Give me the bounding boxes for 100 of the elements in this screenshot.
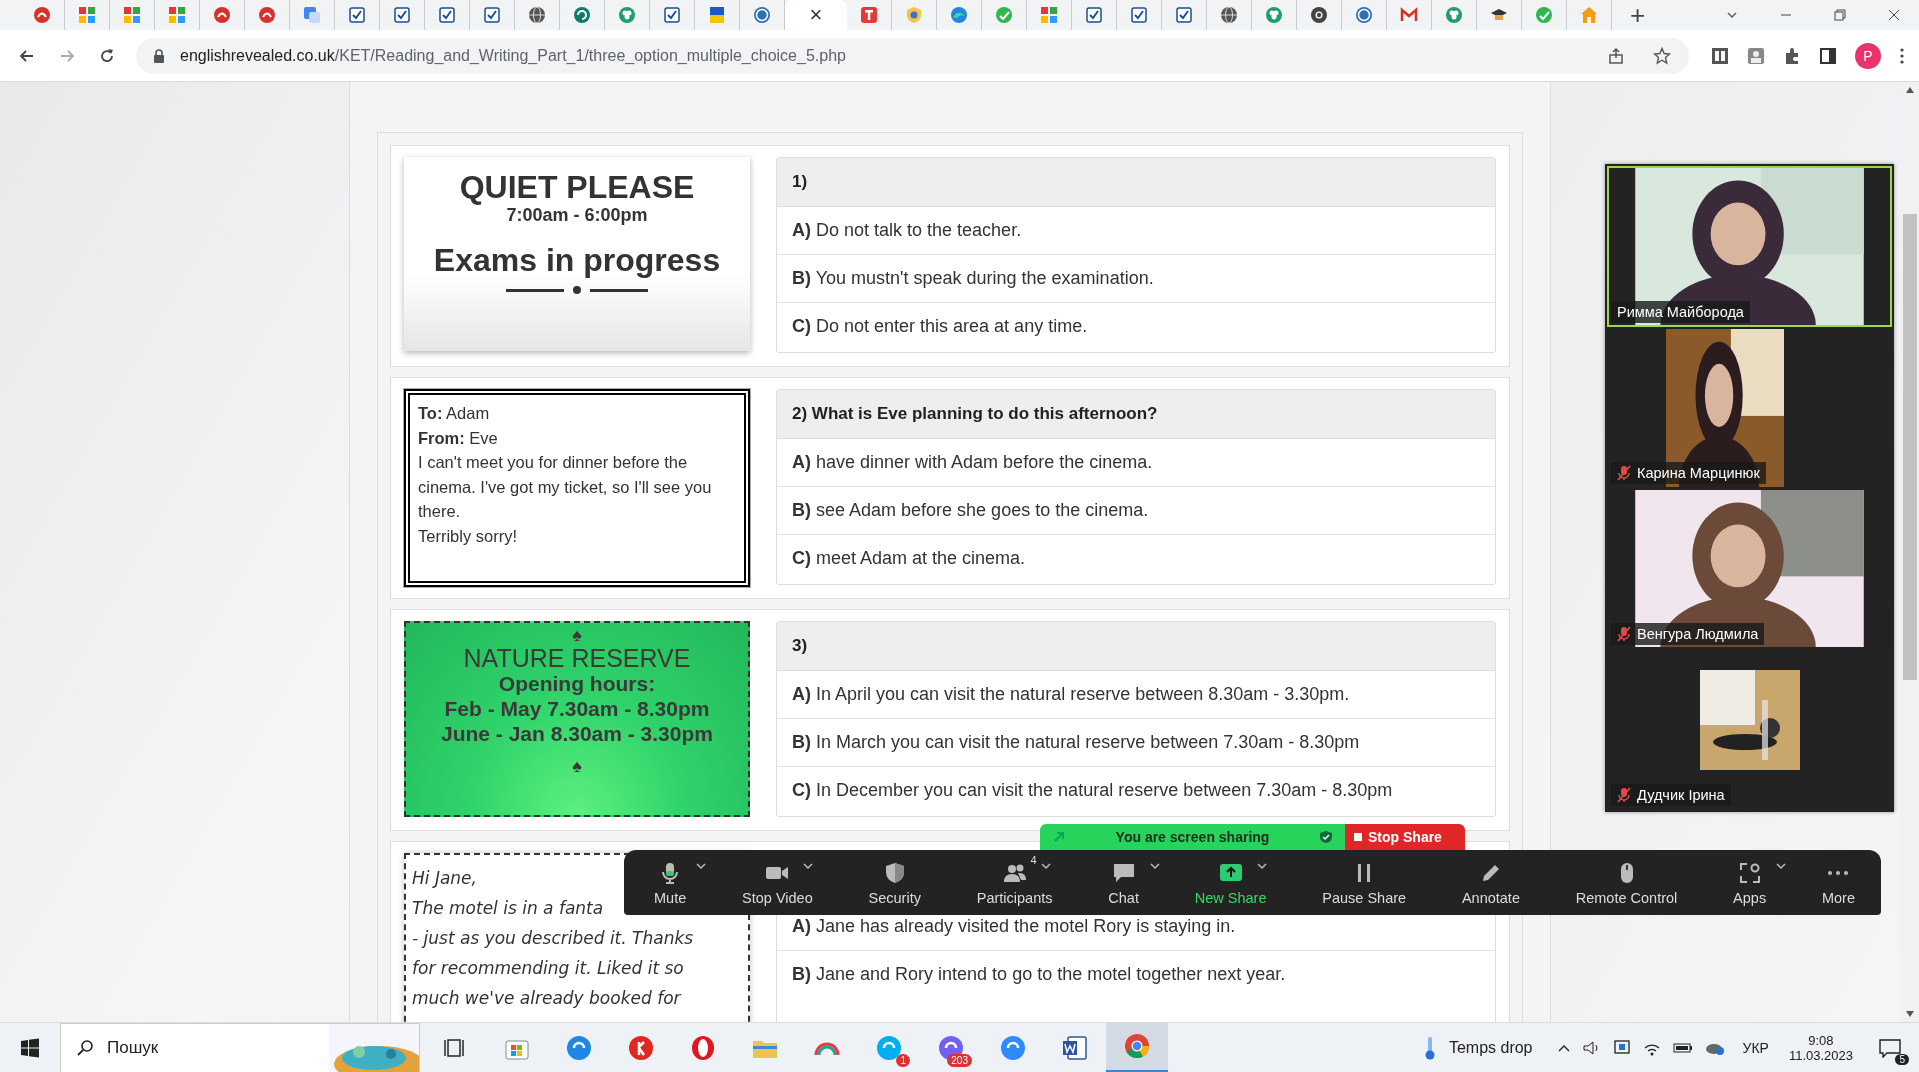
check-circle-icon — [1535, 6, 1553, 24]
ask-icon — [33, 6, 51, 24]
lock-icon — [152, 47, 166, 64]
sign-hours: 7:00am - 6:00pm — [506, 205, 648, 226]
url-text: englishrevealed.co.uk/KET/Reading_and_Writing_Part_1/three_option_multiple_choice_5.php — [180, 46, 846, 65]
toolbar-button[interactable]: Chat — [1106, 855, 1141, 910]
grid-icon — [168, 6, 186, 24]
toolbar-button[interactable]: New Share — [1192, 855, 1269, 910]
answer-option[interactable]: C) meet Adam at the cinema. — [792, 547, 1026, 569]
restore-icon[interactable] — [1833, 8, 1847, 22]
language-indicator[interactable]: УКР — [1742, 1039, 1769, 1056]
clover-icon — [618, 6, 636, 24]
sign-title: QUIET PLEASE — [459, 169, 695, 205]
caret-icon[interactable] — [696, 861, 707, 870]
new-tab-button[interactable]: + — [1630, 2, 1646, 28]
answer-option[interactable]: B) You mustn't speak during the examination. — [792, 267, 1154, 289]
person-icon[interactable] — [1747, 46, 1765, 65]
question-heading: 2) What is Eve planning to do this afternoon? — [777, 390, 1495, 439]
battery-icon[interactable] — [1672, 1041, 1693, 1054]
star-icon[interactable] — [1653, 46, 1671, 65]
answer-option[interactable]: B) Jane and Rory intend to go to the motel together next year. — [792, 963, 1286, 985]
checkbox-icon — [483, 6, 501, 24]
globe-icon — [1220, 6, 1238, 24]
note-text: Terribly sorry! — [418, 525, 518, 547]
spade-symbol: ♠ — [572, 756, 582, 776]
taskbar-app[interactable]: 203 — [920, 1022, 982, 1072]
participant-count: 4 — [1030, 853, 1037, 866]
sign-text: Feb - May 7.30am - 8.30pm — [444, 696, 710, 721]
toolbar-button[interactable]: Mute — [652, 855, 689, 910]
grid-icon — [1040, 6, 1058, 24]
video-tile[interactable]: Римма Майборода — [1607, 166, 1892, 327]
toolbar-button[interactable]: Stop Video — [740, 855, 815, 910]
notification-count: 5 — [1895, 1053, 1909, 1065]
taskbar-app[interactable]: 1 — [858, 1022, 920, 1072]
chat-bubble-icon — [1879, 1037, 1901, 1058]
browser-tab[interactable]: × — [785, 0, 847, 30]
caret-icon[interactable] — [1149, 861, 1160, 870]
scroll-thumb[interactable] — [1902, 214, 1917, 680]
globe-icon — [528, 6, 546, 24]
scroll-up-icon[interactable] — [1904, 86, 1915, 94]
letter-text: The motel is in a fanta — [412, 897, 605, 920]
close-icon[interactable] — [1887, 8, 1901, 22]
toolbar-button[interactable]: Security — [866, 855, 923, 910]
stop-share-button[interactable]: Stop Share — [1345, 824, 1465, 850]
answer-option[interactable]: A) have dinner with Adam before the cinema. — [792, 451, 1153, 473]
answer-option[interactable]: B) see Adam before she goes to the cinema. — [792, 499, 1149, 521]
checkbox-icon — [1175, 6, 1193, 24]
answer-option[interactable]: A) Do not talk to the teacher. — [792, 219, 1022, 241]
toolbar-button[interactable]: Pause Share — [1320, 855, 1409, 910]
scroll-down-icon[interactable] — [1904, 1010, 1915, 1018]
name-label: Венгура Людмила — [1611, 623, 1765, 645]
grid-icon — [123, 6, 141, 24]
reload-icon[interactable] — [98, 46, 116, 65]
chrome-icon — [1124, 1033, 1150, 1059]
checkbox-icon — [393, 6, 411, 24]
toolbar-button[interactable]: Remote Control — [1573, 855, 1680, 910]
weather-text[interactable]: Temps drop — [1448, 1038, 1533, 1057]
answer-option[interactable]: A) Jane has already visited the motel Rory is staying in. — [792, 915, 1236, 937]
toolbar-button[interactable]: More — [1819, 855, 1857, 910]
caret-icon[interactable] — [1775, 861, 1786, 870]
menu-icon[interactable] — [1899, 46, 1905, 65]
search-field[interactable]: Пошук — [60, 1022, 420, 1072]
windows-logo-icon[interactable] — [20, 1037, 40, 1058]
question-heading: 3) — [777, 622, 1495, 671]
flag-icon — [708, 6, 726, 24]
caret-icon[interactable] — [803, 861, 814, 870]
toolbar-button[interactable]: 4 Participants — [974, 855, 1055, 910]
notification-badge: 1 — [896, 1053, 910, 1067]
video-tile[interactable]: Венгура Людмила — [1607, 488, 1892, 649]
clover-icon — [1445, 6, 1463, 24]
answer-option[interactable]: C) In December you can visit the natural reserve between 7.30am - 8.30pm — [792, 779, 1393, 801]
refresh-icon — [573, 6, 591, 24]
video-tile[interactable]: Дудчик Ірина — [1607, 649, 1892, 810]
toolbar-button[interactable]: Apps — [1731, 855, 1769, 910]
answer-option[interactable]: B) In March you can visit the natural reserve between 7.30am - 8.30pm — [792, 731, 1360, 753]
search-icon — [77, 1038, 95, 1057]
extension-icon[interactable] — [1711, 46, 1729, 65]
clock[interactable]: 9:08 11.03.2023 — [1788, 1032, 1853, 1063]
letter-text: - just as you described it. Thanks — [412, 927, 695, 950]
sign-title: NATURE RESERVE — [463, 645, 691, 671]
profile-avatar[interactable]: P — [1855, 42, 1881, 69]
caret-icon[interactable] — [1040, 861, 1051, 870]
sidebar-icon[interactable] — [1819, 46, 1837, 65]
letter-text: for recommending it. Liked it so — [412, 957, 685, 980]
ask-icon — [213, 6, 231, 24]
checkbox-icon — [348, 6, 366, 24]
caret-icon[interactable] — [1256, 861, 1267, 870]
document-icon — [1062, 1034, 1088, 1061]
address-field[interactable]: englishrevealed.co.uk/KET/Reading_and_Writing_Part_1/three_option_multiple_choice_5.php — [136, 37, 1689, 74]
display-icon[interactable] — [1612, 1038, 1631, 1057]
answer-option[interactable]: A) In April you can visit the natural reserve between 8.30am - 3.30pm. — [792, 683, 1350, 705]
puzzle-icon[interactable] — [1783, 46, 1801, 65]
speaker-icon[interactable] — [1582, 1039, 1601, 1056]
notifications-button[interactable]: 5 — [1879, 1032, 1909, 1063]
close-tab-button[interactable]: × — [809, 4, 823, 26]
toolbar-button[interactable]: Annotate — [1459, 855, 1522, 910]
answer-option[interactable]: C) Do not enter this area at any time. — [792, 315, 1088, 337]
taskbar-app[interactable] — [1106, 1022, 1168, 1072]
sign-text: Opening hours: — [498, 671, 656, 696]
share-icon[interactable] — [1607, 46, 1625, 65]
